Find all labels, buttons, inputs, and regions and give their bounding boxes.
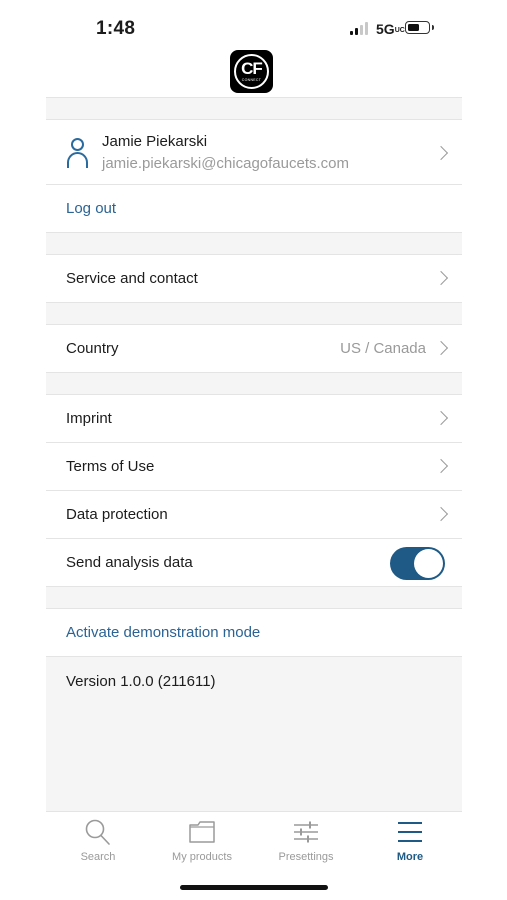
logo-subtext: CONNECT xyxy=(241,78,262,82)
sliders-icon xyxy=(294,821,318,843)
profile-row[interactable]: Jamie Piekarski jamie.piekarski@chicagof… xyxy=(46,119,462,184)
section-spacer xyxy=(46,302,462,324)
tab-my-products-label: My products xyxy=(172,851,232,863)
battery-icon xyxy=(405,21,434,34)
tab-more[interactable]: More xyxy=(358,812,462,866)
tab-search-label: Search xyxy=(80,851,116,863)
chevron-right-icon xyxy=(433,458,449,474)
section-spacer xyxy=(46,586,462,608)
user-icon xyxy=(66,138,90,168)
data-protection-label: Data protection xyxy=(66,506,168,523)
data-protection-row[interactable]: Data protection xyxy=(46,490,462,538)
country-value: US / Canada xyxy=(340,340,426,357)
demo-mode-link[interactable]: Activate demonstration mode xyxy=(66,624,260,641)
tab-bar: Search My products Presettings More xyxy=(46,811,462,866)
version-text: Version 1.0.0 (211611) xyxy=(66,673,216,690)
menu-icon xyxy=(398,822,422,842)
logo-text: CF xyxy=(241,59,263,78)
demo-mode-row[interactable]: Activate demonstration mode xyxy=(46,608,462,656)
tab-search[interactable]: Search xyxy=(46,812,150,866)
terms-label: Terms of Use xyxy=(66,458,155,475)
status-bar: 1:48 5GUC xyxy=(0,0,507,50)
imprint-row[interactable]: Imprint xyxy=(46,394,462,442)
analysis-data-toggle[interactable] xyxy=(390,547,445,580)
service-contact-label: Service and contact xyxy=(66,270,198,287)
signal-icon xyxy=(350,22,370,35)
tab-presettings[interactable]: Presettings xyxy=(254,812,358,866)
chevron-right-icon xyxy=(433,340,449,356)
home-indicator[interactable] xyxy=(180,885,328,890)
chevron-right-icon xyxy=(433,145,449,161)
network-suffix: UC xyxy=(394,27,405,34)
section-spacer xyxy=(46,372,462,394)
terms-row[interactable]: Terms of Use xyxy=(46,442,462,490)
tab-my-products[interactable]: My products xyxy=(150,812,254,866)
logout-link[interactable]: Log out xyxy=(66,200,116,217)
search-icon xyxy=(85,819,110,845)
status-time: 1:48 xyxy=(96,18,136,39)
settings-list: Jamie Piekarski jamie.piekarski@chicagof… xyxy=(46,97,462,856)
section-spacer xyxy=(46,232,462,254)
network-type: 5G xyxy=(376,21,395,37)
folder-icon xyxy=(189,821,215,843)
chevron-right-icon xyxy=(433,506,449,522)
country-row[interactable]: Country US / Canada xyxy=(46,324,462,372)
country-label: Country xyxy=(66,340,119,357)
tab-presettings-label: Presettings xyxy=(278,851,334,863)
analysis-data-row: Send analysis data xyxy=(46,538,462,586)
analysis-data-label: Send analysis data xyxy=(66,554,193,571)
app-logo: CF CONNECT xyxy=(230,50,273,93)
chevron-right-icon xyxy=(433,270,449,286)
chevron-right-icon xyxy=(433,410,449,426)
service-contact-row[interactable]: Service and contact xyxy=(46,254,462,302)
profile-name: Jamie Piekarski xyxy=(102,133,208,150)
network-indicator: 5GUC xyxy=(376,21,405,37)
imprint-label: Imprint xyxy=(66,410,112,427)
profile-email: jamie.piekarski@chicagofaucets.com xyxy=(102,155,349,172)
tab-more-label: More xyxy=(396,851,424,863)
logout-row[interactable]: Log out xyxy=(46,184,462,232)
section-spacer xyxy=(46,97,462,119)
